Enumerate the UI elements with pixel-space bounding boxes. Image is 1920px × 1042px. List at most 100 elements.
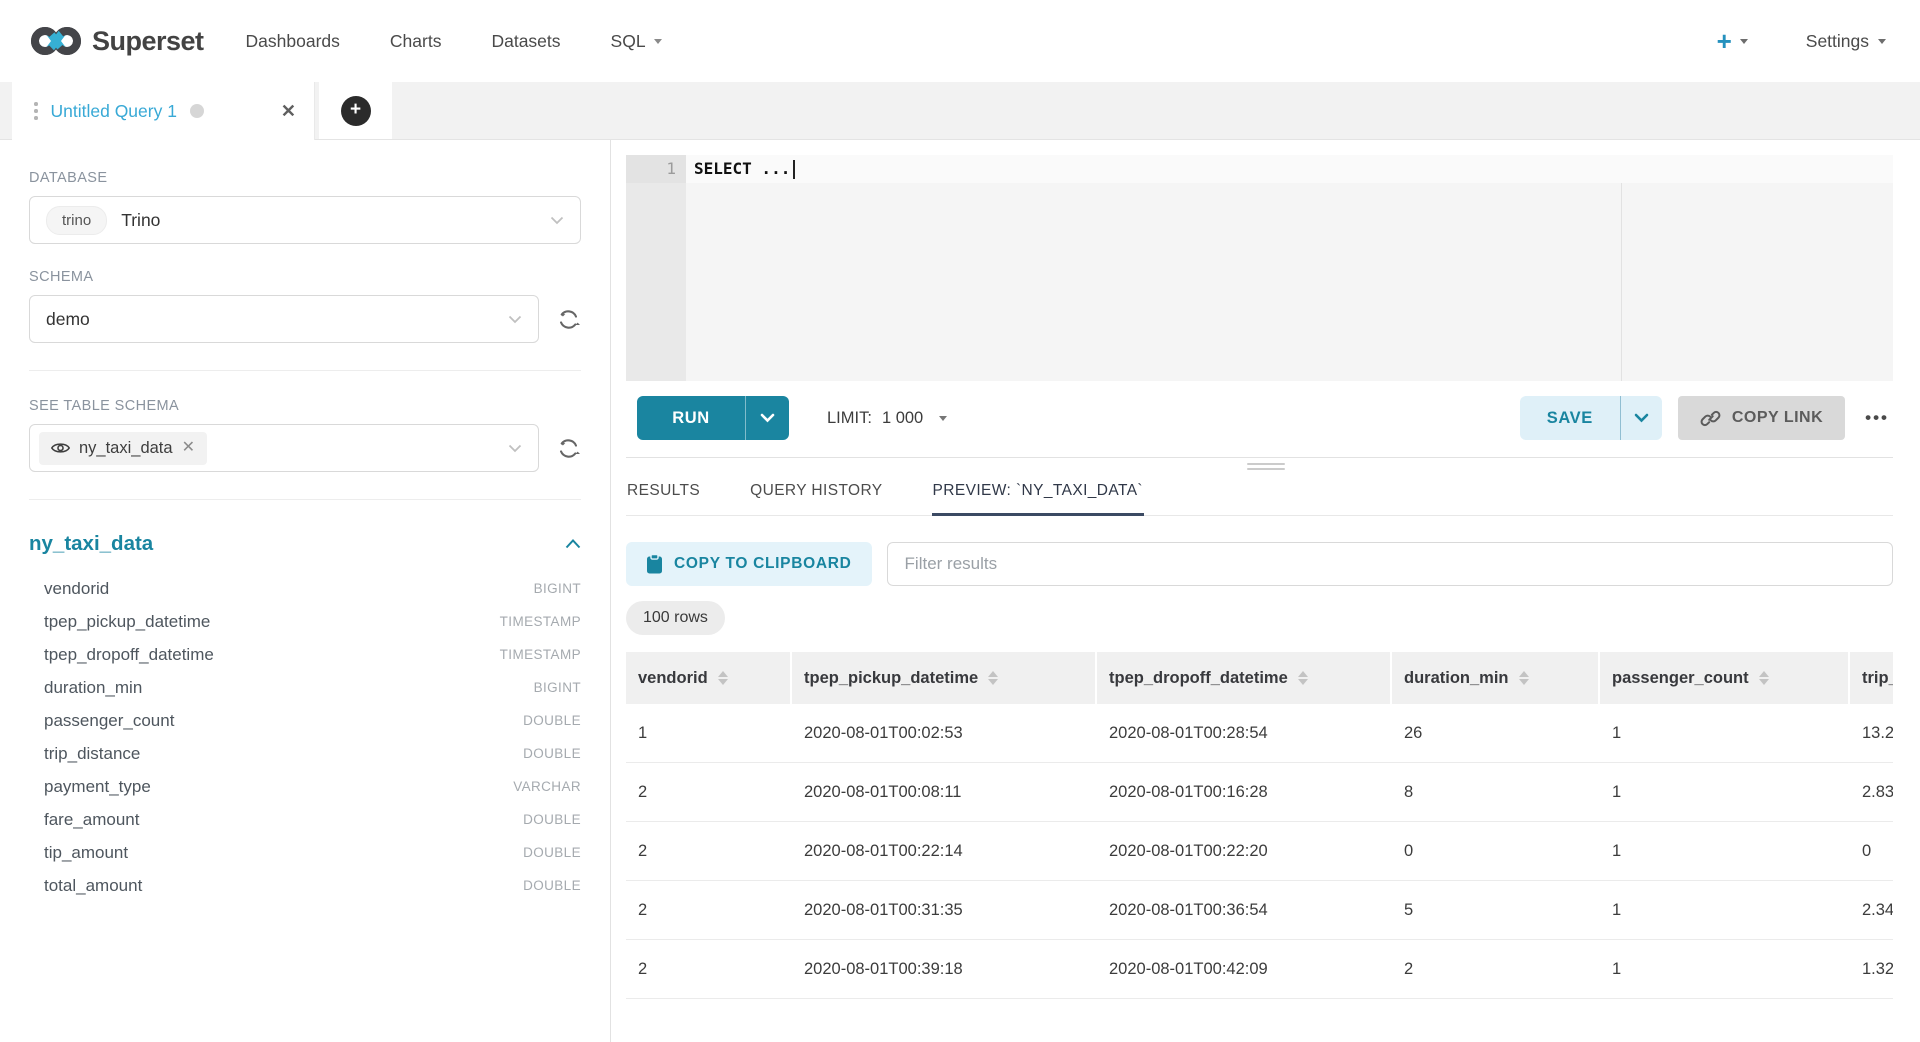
sort-icon[interactable] xyxy=(988,671,998,686)
sqllab-left-panel: DATABASE trino Trino SCHEMA demo xyxy=(0,140,611,1042)
divider xyxy=(29,499,581,500)
more-menu-button[interactable]: ••• xyxy=(1861,408,1893,428)
filter-results-input[interactable] xyxy=(887,542,1893,586)
pane-resize-handle[interactable] xyxy=(1247,463,1285,470)
column-header-duration_min[interactable]: duration_min xyxy=(1392,652,1600,704)
save-options-button[interactable] xyxy=(1620,396,1662,440)
add-tab-button[interactable]: + xyxy=(341,96,371,126)
table-cell: 2020-08-01T00:31:35 xyxy=(792,881,1097,940)
tab-untitled-query-1[interactable]: Untitled Query 1 ✕ xyxy=(12,82,315,140)
database-select[interactable]: trino Trino xyxy=(29,196,581,244)
chevron-down-icon xyxy=(654,39,662,44)
schema-column-row[interactable]: total_amountDOUBLE xyxy=(29,869,581,902)
database-label: DATABASE xyxy=(29,170,581,186)
tab-title: Untitled Query 1 xyxy=(51,101,177,122)
table-schema-header[interactable]: ny_taxi_data xyxy=(29,532,581,556)
copy-link-button[interactable]: COPY LINK xyxy=(1678,396,1845,440)
chevron-up-icon[interactable] xyxy=(565,539,581,549)
table-cell: 2020-08-01T00:16:28 xyxy=(1097,763,1392,822)
add-tab-segment: + xyxy=(319,82,392,139)
column-header-passenger_count[interactable]: passenger_count xyxy=(1600,652,1850,704)
table-cell: 1 xyxy=(1600,763,1850,822)
column-header-trip_distance[interactable]: trip_distance xyxy=(1850,652,1893,704)
table-row: 12020-08-01T00:02:532020-08-01T00:28:542… xyxy=(626,704,1893,763)
table-cell: 2.34 xyxy=(1850,881,1893,940)
column-header-tpep_pickup_datetime[interactable]: tpep_pickup_datetime xyxy=(792,652,1097,704)
editor-gutter: 1 xyxy=(626,155,686,381)
tab-preview[interactable]: PREVIEW: `NY_TAXI_DATA` xyxy=(932,473,1144,516)
column-header-vendorid[interactable]: vendorid xyxy=(626,652,792,704)
remove-table-icon[interactable]: ✕ xyxy=(182,440,195,456)
column-type: DOUBLE xyxy=(523,713,581,728)
tab-results[interactable]: RESULTS xyxy=(626,473,701,516)
run-button[interactable]: RUN xyxy=(637,396,745,440)
limit-value: 1 000 xyxy=(882,409,923,428)
database-value: Trino xyxy=(121,210,160,231)
column-type: TIMESTAMP xyxy=(500,647,581,662)
table-cell: 2 xyxy=(626,881,792,940)
nav-item-dashboards[interactable]: Dashboards xyxy=(246,31,340,52)
divider xyxy=(29,370,581,371)
nav-item-datasets[interactable]: Datasets xyxy=(491,31,560,52)
table-cell: 1.32 xyxy=(1850,940,1893,999)
drag-handle-icon[interactable] xyxy=(34,102,38,120)
sort-icon[interactable] xyxy=(1519,671,1529,686)
schema-column-row[interactable]: vendoridBIGINT xyxy=(29,572,581,605)
brand-name: Superset xyxy=(92,26,204,57)
schema-column-row[interactable]: trip_distanceDOUBLE xyxy=(29,737,581,770)
schema-column-row[interactable]: fare_amountDOUBLE xyxy=(29,803,581,836)
table-cell: 2 xyxy=(626,763,792,822)
save-button[interactable]: SAVE xyxy=(1520,396,1620,440)
schema-column-row[interactable]: tpep_dropoff_datetimeTIMESTAMP xyxy=(29,638,581,671)
column-header-tpep_dropoff_datetime[interactable]: tpep_dropoff_datetime xyxy=(1097,652,1392,704)
sort-icon[interactable] xyxy=(718,671,728,686)
run-options-button[interactable] xyxy=(745,396,789,440)
chevron-down-icon xyxy=(1878,39,1886,44)
refresh-tables-icon[interactable] xyxy=(556,436,581,461)
table-row: 22020-08-01T00:39:182020-08-01T00:42:092… xyxy=(626,940,1893,999)
table-cell: 0 xyxy=(1392,822,1600,881)
sort-icon[interactable] xyxy=(1759,671,1769,686)
schema-column-row[interactable]: duration_minBIGINT xyxy=(29,671,581,704)
eye-icon xyxy=(51,441,70,455)
settings-menu[interactable]: Settings xyxy=(1806,31,1886,52)
column-name: vendorid xyxy=(44,579,109,599)
table-row: 22020-08-01T00:22:142020-08-01T00:22:200… xyxy=(626,822,1893,881)
column-header-label: tpep_pickup_datetime xyxy=(804,669,978,687)
table-select[interactable]: ny_taxi_data ✕ xyxy=(29,424,539,472)
schema-column-row[interactable]: payment_typeVARCHAR xyxy=(29,770,581,803)
nav-item-sql[interactable]: SQL xyxy=(611,31,662,52)
superset-brand[interactable]: Superset xyxy=(30,23,204,59)
south-pane-tabs: RESULTS QUERY HISTORY PREVIEW: `NY_TAXI_DA… xyxy=(626,473,1893,516)
schema-column-row[interactable]: tip_amountDOUBLE xyxy=(29,836,581,869)
copy-to-clipboard-button[interactable]: COPY TO CLIPBOARD xyxy=(626,542,872,586)
column-name: duration_min xyxy=(44,678,142,698)
line-number: 1 xyxy=(626,155,686,183)
schema-label: SCHEMA xyxy=(29,269,581,285)
caret-down-icon xyxy=(939,416,947,421)
table-row: 22020-08-01T00:31:352020-08-01T00:36:545… xyxy=(626,881,1893,940)
tab-query-history[interactable]: QUERY HISTORY xyxy=(749,473,883,516)
schema-column-row[interactable]: passenger_count DOUBLE xyxy=(29,704,581,737)
limit-dropdown[interactable]: LIMIT: 1 000 xyxy=(827,409,947,428)
editor-toolbar: RUN LIMIT: 1 000 SAVE xyxy=(626,381,1893,457)
preview-pane: COPY TO CLIPBOARD 100 rows vendoridtpep_… xyxy=(626,542,1893,999)
table-cell: 2020-08-01T00:08:11 xyxy=(792,763,1097,822)
table-cell: 2.83 xyxy=(1850,763,1893,822)
table-cell: 1 xyxy=(1600,940,1850,999)
sort-icon[interactable] xyxy=(1298,671,1308,686)
column-type: DOUBLE xyxy=(523,812,581,827)
column-name: passenger_count xyxy=(44,711,174,731)
column-header-label: duration_min xyxy=(1404,669,1509,687)
refresh-schema-icon[interactable] xyxy=(556,307,581,332)
sql-editor[interactable]: 1 SELECT ... xyxy=(626,155,1893,381)
close-tab-icon[interactable]: ✕ xyxy=(281,102,296,120)
copy-link-label: COPY LINK xyxy=(1732,409,1823,427)
table-cell: 26 xyxy=(1392,704,1600,763)
schema-column-row[interactable]: tpep_pickup_datetimeTIMESTAMP xyxy=(29,605,581,638)
new-menu-button[interactable]: + xyxy=(1717,28,1748,54)
query-status-dot xyxy=(190,104,204,118)
nav-item-charts[interactable]: Charts xyxy=(390,31,442,52)
schema-select[interactable]: demo xyxy=(29,295,539,343)
text-cursor xyxy=(793,160,795,179)
